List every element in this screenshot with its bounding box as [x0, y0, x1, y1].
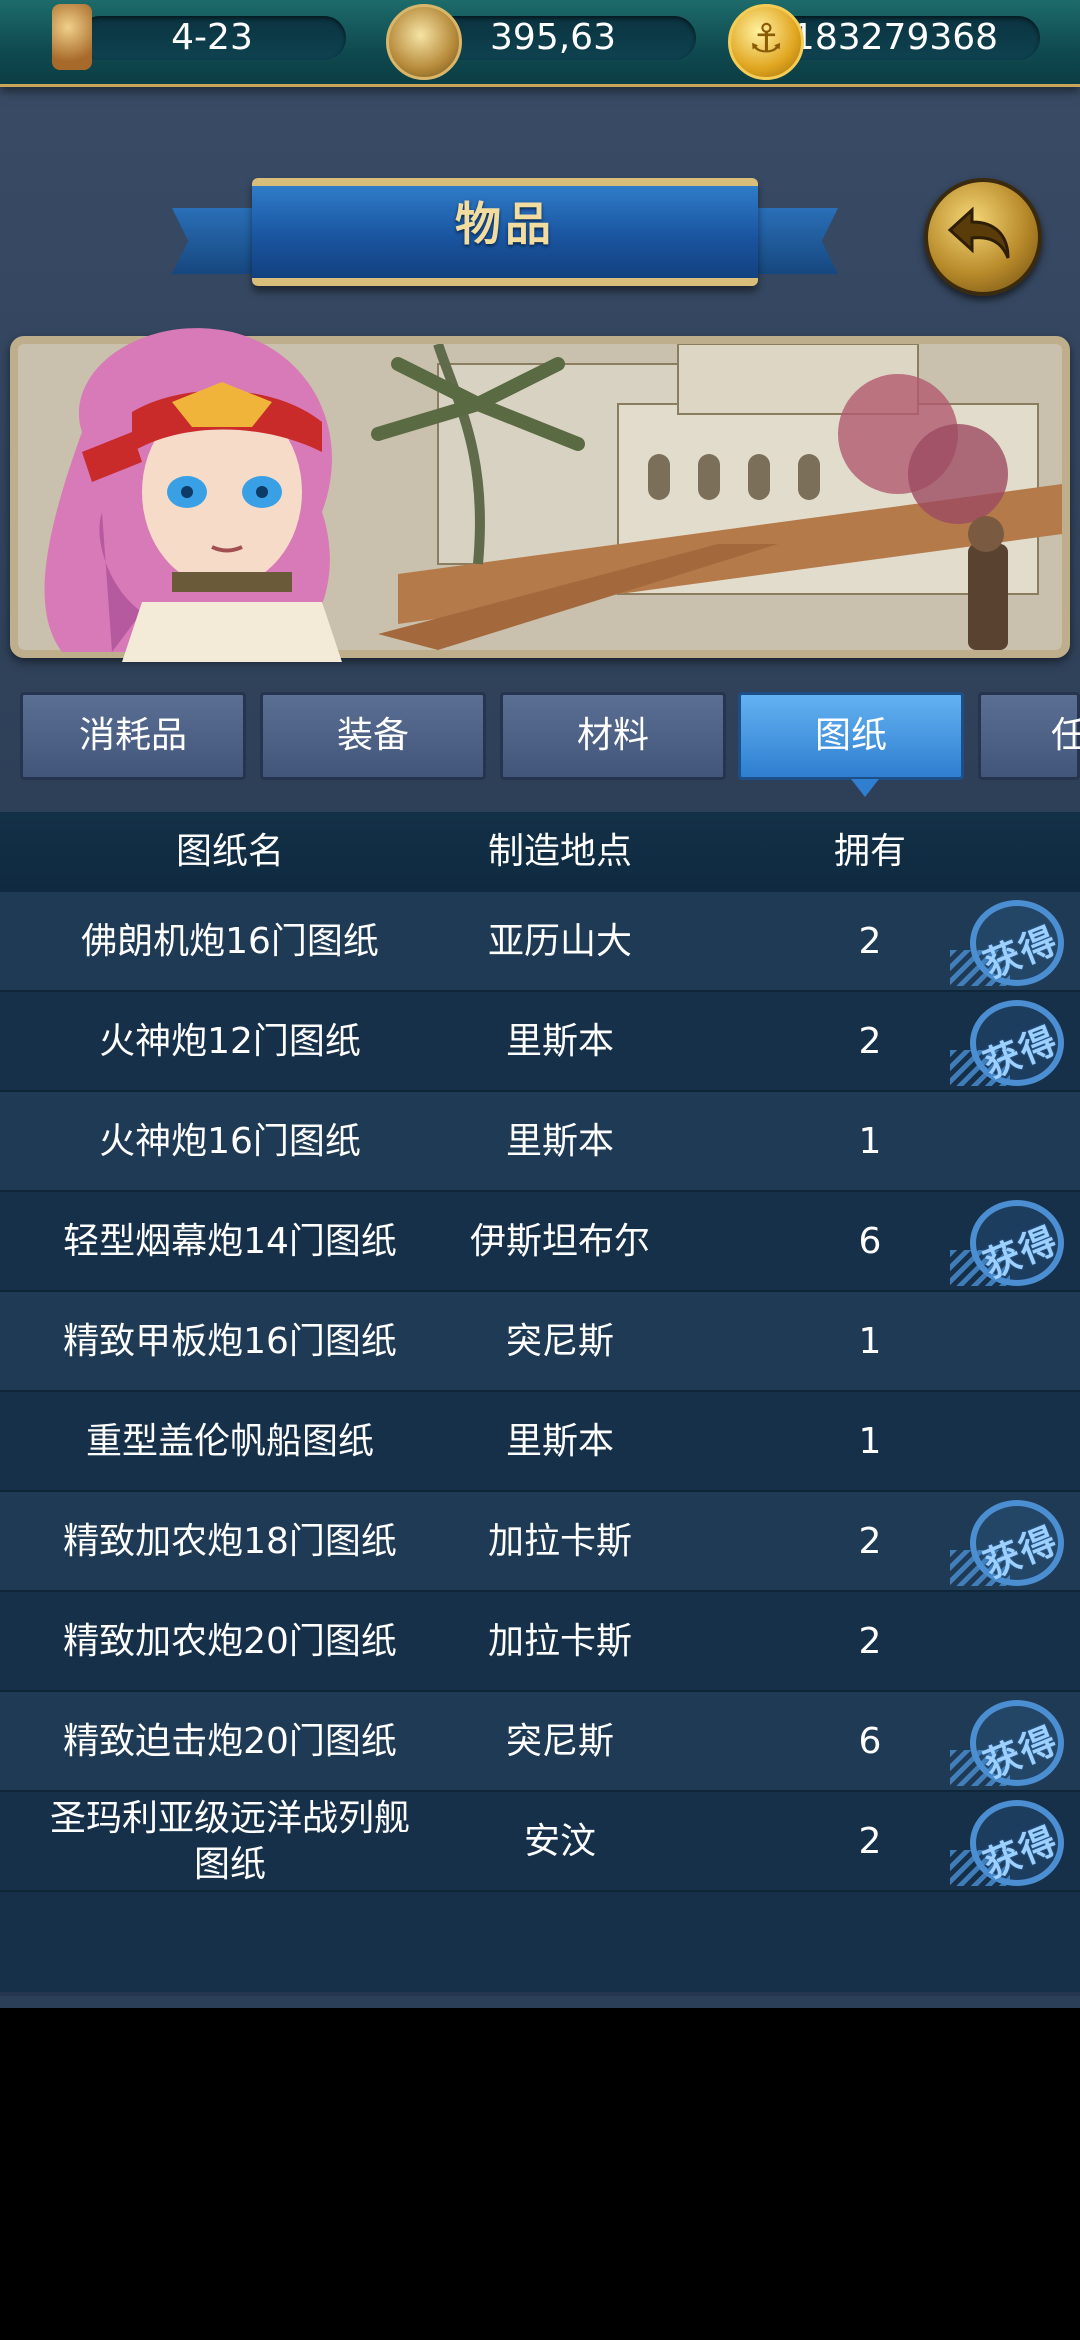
level-value: 4-23: [171, 17, 253, 58]
tab-materials[interactable]: 材料: [500, 692, 726, 780]
craft-location: 伊斯坦布尔: [469, 1221, 650, 1262]
column-header-owned: 拥有: [833, 831, 906, 872]
table-row[interactable]: 精致甲板炮16门图纸 突尼斯 1: [0, 1292, 1080, 1392]
blueprint-name: 重型盖伦帆船图纸: [85, 1421, 374, 1462]
craft-location: 安汶: [523, 1821, 596, 1862]
owned-count: 2: [858, 921, 882, 962]
craft-location: 里斯本: [505, 1421, 614, 1462]
blueprint-name: 佛朗机炮16门图纸: [81, 921, 379, 962]
tab-quest[interactable]: 任: [978, 692, 1080, 780]
blueprint-name: 精致迫击炮20门图纸: [63, 1721, 397, 1762]
owned-count: 2: [858, 1021, 882, 1062]
owned-count: 2: [858, 1821, 882, 1862]
table-header: 图纸名 制造地点 拥有: [0, 812, 1080, 894]
table-row[interactable]: 重型盖伦帆船图纸 里斯本 1: [0, 1392, 1080, 1492]
page-title: 物品: [455, 197, 555, 251]
table-row[interactable]: 佛朗机炮16门图纸 亚历山大 2 获得: [0, 892, 1080, 992]
obtain-stamp-button[interactable]: 获得: [950, 896, 1074, 988]
blueprint-name: 圣玛利亚级远洋战列舰图纸: [49, 1798, 410, 1885]
blueprint-name: 精致加农炮18门图纸: [63, 1521, 397, 1562]
obtain-stamp-button[interactable]: 获得: [950, 1196, 1074, 1288]
tab-consumables[interactable]: 消耗品: [20, 692, 246, 780]
table-row[interactable]: 精致迫击炮20门图纸 突尼斯 6 获得: [0, 1692, 1080, 1792]
compass-icon: [386, 4, 462, 80]
game-screen: 4-23 395,63 183279368 ⚓ 物品 消耗品 装备 材料 图纸 …: [0, 0, 1080, 2008]
obtain-stamp-button[interactable]: 获得: [950, 1696, 1074, 1788]
ribbon-right: [748, 208, 838, 274]
table-row[interactable]: 轻型烟幕炮14门图纸 伊斯坦布尔 6 获得: [0, 1192, 1080, 1292]
table-row[interactable]: 精致加农炮18门图纸 加拉卡斯 2 获得: [0, 1492, 1080, 1592]
column-header-location: 制造地点: [487, 831, 632, 872]
table-row[interactable]: 火神炮12门图纸 里斯本 2 获得: [0, 992, 1080, 1092]
level-display: 4-23: [78, 16, 346, 60]
blueprint-name: 火神炮16门图纸: [99, 1121, 361, 1162]
owned-count: 2: [858, 1521, 882, 1562]
obtain-stamp-button[interactable]: 获得: [950, 1796, 1074, 1888]
table-row[interactable]: 圣玛利亚级远洋战列舰图纸 安汶 2 获得: [0, 1792, 1080, 1892]
craft-location: 突尼斯: [505, 1321, 614, 1362]
active-tab-pointer: [851, 779, 879, 797]
back-button[interactable]: [924, 178, 1042, 296]
craft-location: 亚历山大: [487, 921, 632, 962]
title-banner: 物品: [172, 178, 838, 286]
tab-blueprints[interactable]: 图纸: [738, 692, 964, 797]
owned-count: 6: [858, 1721, 882, 1762]
craft-location: 加拉卡斯: [487, 1621, 632, 1662]
compass-value: 395,63: [490, 17, 616, 58]
column-header-name: 图纸名: [175, 831, 284, 872]
tab-equipment[interactable]: 装备: [260, 692, 486, 780]
captain-portrait: [22, 312, 402, 662]
craft-location: 突尼斯: [505, 1721, 614, 1762]
craft-location: 里斯本: [505, 1021, 614, 1062]
category-tabs: 消耗品 装备 材料 图纸 任: [20, 692, 1080, 797]
anchor-coin-icon: ⚓: [728, 4, 804, 80]
craft-location: 里斯本: [505, 1121, 614, 1162]
hourglass-icon: [52, 4, 92, 70]
table-row[interactable]: 精致加农炮20门图纸 加拉卡斯 2: [0, 1592, 1080, 1692]
owned-count: 1: [858, 1321, 882, 1362]
blueprint-name: 火神炮12门图纸: [99, 1021, 361, 1062]
table-row[interactable]: 火神炮16门图纸 里斯本 1: [0, 1092, 1080, 1192]
blueprint-name: 轻型烟幕炮14门图纸: [63, 1221, 397, 1262]
obtain-stamp-button[interactable]: 获得: [950, 1496, 1074, 1588]
owned-count: 1: [858, 1121, 882, 1162]
gold-value: 183279368: [791, 17, 999, 58]
back-arrow-icon: [947, 206, 1010, 259]
craft-location: 加拉卡斯: [487, 1521, 632, 1562]
blueprint-table: 图纸名 制造地点 拥有 佛朗机炮16门图纸 亚历山大 2 获得 火神炮12门图纸 里斯本 2…: [0, 812, 1080, 1992]
owned-count: 1: [858, 1421, 882, 1462]
blueprint-name: 精致加农炮20门图纸: [63, 1621, 397, 1662]
owned-count: 2: [858, 1621, 882, 1662]
top-status-bar: 4-23 395,63 183279368 ⚓: [0, 0, 1080, 87]
obtain-stamp-button[interactable]: 获得: [950, 996, 1074, 1088]
ribbon-left: [172, 208, 262, 274]
blueprint-name: 精致甲板炮16门图纸: [63, 1321, 397, 1362]
panel-bottom-edge: [0, 1996, 1080, 2008]
owned-count: 6: [858, 1221, 882, 1262]
